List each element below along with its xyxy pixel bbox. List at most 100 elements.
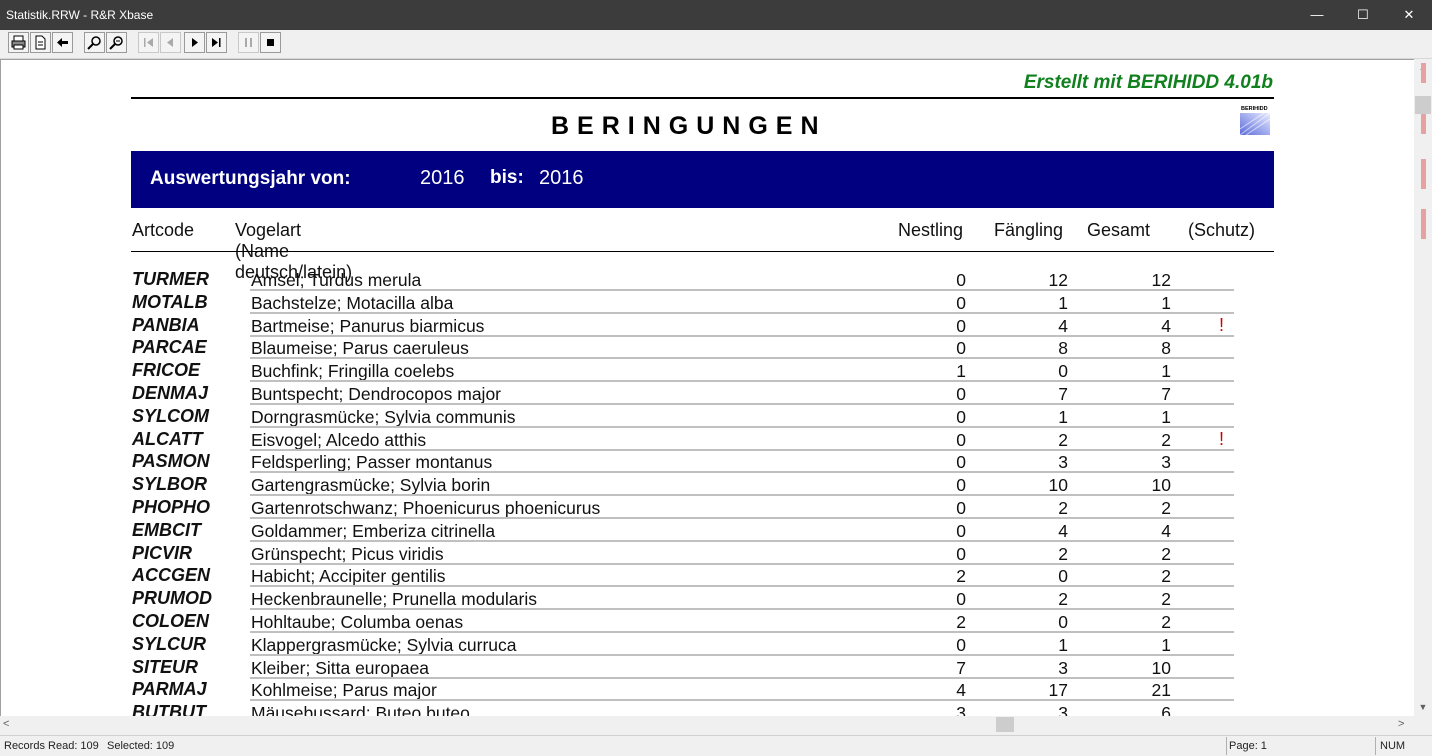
status-separator [1226,737,1227,755]
row-faengling: 3 [1058,703,1068,716]
row-vogelart: Kohlmeise; Parus major [251,680,437,701]
back-arrow-icon[interactable] [52,32,73,53]
minimize-button[interactable]: — [1294,0,1340,30]
row-vogelart: Bartmeise; Panurus biarmicus [251,315,485,336]
row-nestling: 0 [956,384,966,404]
row-gesamt: 10 [1151,657,1171,678]
row-faengling: 3 [1058,452,1068,473]
first-page-icon[interactable] [138,32,159,53]
row-faengling: 0 [1058,566,1068,587]
table-row: COLOEN Hohltaube; Columba oenas 2 0 2 [1,611,1301,634]
close-button[interactable]: ✕ [1386,0,1432,30]
page-setup-icon[interactable] [30,32,51,53]
print-icon[interactable] [8,32,29,53]
row-vogelart: Mäusebussard; Buteo buteo [251,703,470,716]
berihidd-logo: BERIHIDD [1238,104,1272,136]
table-row: PHOPHO Gartenrotschwanz; Phoenicurus phoe… [1,497,1301,520]
scroll-corner [1414,716,1432,733]
header-faengling: Fängling [994,220,1064,240]
row-gesamt: 1 [1161,292,1171,313]
header-gesamt: Gesamt [1087,220,1151,240]
row-vogelart: Buntspecht; Dendrocopos major [251,384,501,404]
row-nestling: 0 [956,270,966,290]
zoom-in-icon[interactable] [84,32,105,53]
row-nestling: 3 [956,703,966,716]
previous-page-icon[interactable] [160,32,181,53]
row-vogelart: Buchfink; Fringilla coelebs [251,361,455,382]
title-bar: Statistik.RRW - R&R Xbase — ☐ ✕ [0,0,1432,30]
year-to-label: bis: [490,167,524,188]
header-schutz: (Schutz) [1188,220,1256,240]
row-faengling: 4 [1058,520,1068,541]
status-separator [1375,737,1376,755]
row-underline [250,608,1234,611]
row-artcode: MOTALB [132,291,208,312]
row-underline [250,289,1234,291]
row-vogelart: Heckenbraunelle; Prunella modularis [251,589,537,610]
row-artcode: PARMAJ [132,679,207,700]
row-underline [250,517,1234,519]
row-nestling: 0 [956,498,966,518]
row-nestling: 0 [956,543,966,564]
header-nestling: Nestling [898,220,964,240]
year-from-label: Auswertungsjahr von: [150,168,351,189]
row-artcode: PICVIR [132,542,193,563]
row-gesamt: 2 [1161,612,1171,632]
row-artcode: SYLCUR [132,633,207,654]
row-faengling: 2 [1058,498,1068,518]
report-preview[interactable]: Erstellt mit BERIHIDD 4.01b BERINGUNGEN … [0,59,1414,716]
table-row: PASMON Feldsperling; Passer montanus 0 3 3 [1,451,1301,474]
row-gesamt: 1 [1161,406,1171,427]
horizontal-scroll-thumb[interactable] [996,717,1014,732]
row-nestling: 0 [956,452,966,473]
stop-icon[interactable] [260,32,281,53]
row-faengling: 0 [1058,361,1068,382]
zoom-out-icon[interactable] [106,32,127,53]
year-from-value: 2016 [420,167,465,189]
next-page-icon[interactable] [184,32,205,53]
row-gesamt: 8 [1161,338,1171,359]
row-gesamt: 4 [1161,520,1171,541]
horizontal-scrollbar[interactable]: < > [0,716,1414,733]
row-gesamt: 2 [1161,589,1171,610]
row-vogelart: Feldsperling; Passer montanus [251,452,493,473]
last-page-icon[interactable] [206,32,227,53]
maximize-button[interactable]: ☐ [1340,0,1386,30]
row-artcode: PASMON [132,451,210,472]
scroll-down-icon[interactable]: ▼ [1414,699,1432,716]
row-underline [250,653,1234,656]
top-rule [131,97,1274,99]
table-row: SYLCUR Klappergrasmücke; Sylvia curruca 0 1… [1,634,1301,657]
scroll-marker [1421,159,1426,189]
row-underline [250,585,1234,588]
scroll-right-icon[interactable]: > [1398,716,1404,733]
row-artcode: SYLCOM [132,405,210,426]
row-faengling: 1 [1058,406,1068,427]
table-row: SITEUR Kleiber; Sitta europaea 7 3 10 [1,657,1301,680]
row-vogelart: Blaumeise; Parus caeruleus [251,338,469,359]
row-faengling: 1 [1058,634,1068,655]
vertical-scrollbar[interactable]: ▲ ▼ [1414,59,1432,716]
row-faengling: 2 [1058,429,1068,450]
row-vogelart: Hohltaube; Columba oenas [251,612,464,632]
scroll-marker [1421,63,1426,83]
row-artcode: SITEUR [132,656,199,677]
row-underline [250,562,1234,565]
vertical-scroll-thumb[interactable] [1415,96,1431,114]
row-underline [250,357,1234,360]
row-artcode: COLOEN [132,611,210,631]
row-vogelart: Grünspecht; Picus viridis [251,543,444,564]
row-nestling: 1 [956,361,966,382]
row-gesamt: 6 [1161,703,1171,716]
row-gesamt: 10 [1151,475,1171,496]
row-gesamt: 21 [1151,680,1171,701]
pause-icon[interactable] [238,32,259,53]
row-underline [250,631,1234,633]
row-artcode: PANBIA [132,314,200,335]
table-row: SYLCOM Dorngrasmücke; Sylvia communis 0 1 1 [1,406,1301,429]
row-underline [250,448,1234,451]
row-artcode: SYLBOR [132,474,208,495]
row-artcode: PRUMOD [132,588,212,609]
scroll-left-icon[interactable]: < [3,716,9,733]
row-schutz: ! [1219,428,1225,449]
